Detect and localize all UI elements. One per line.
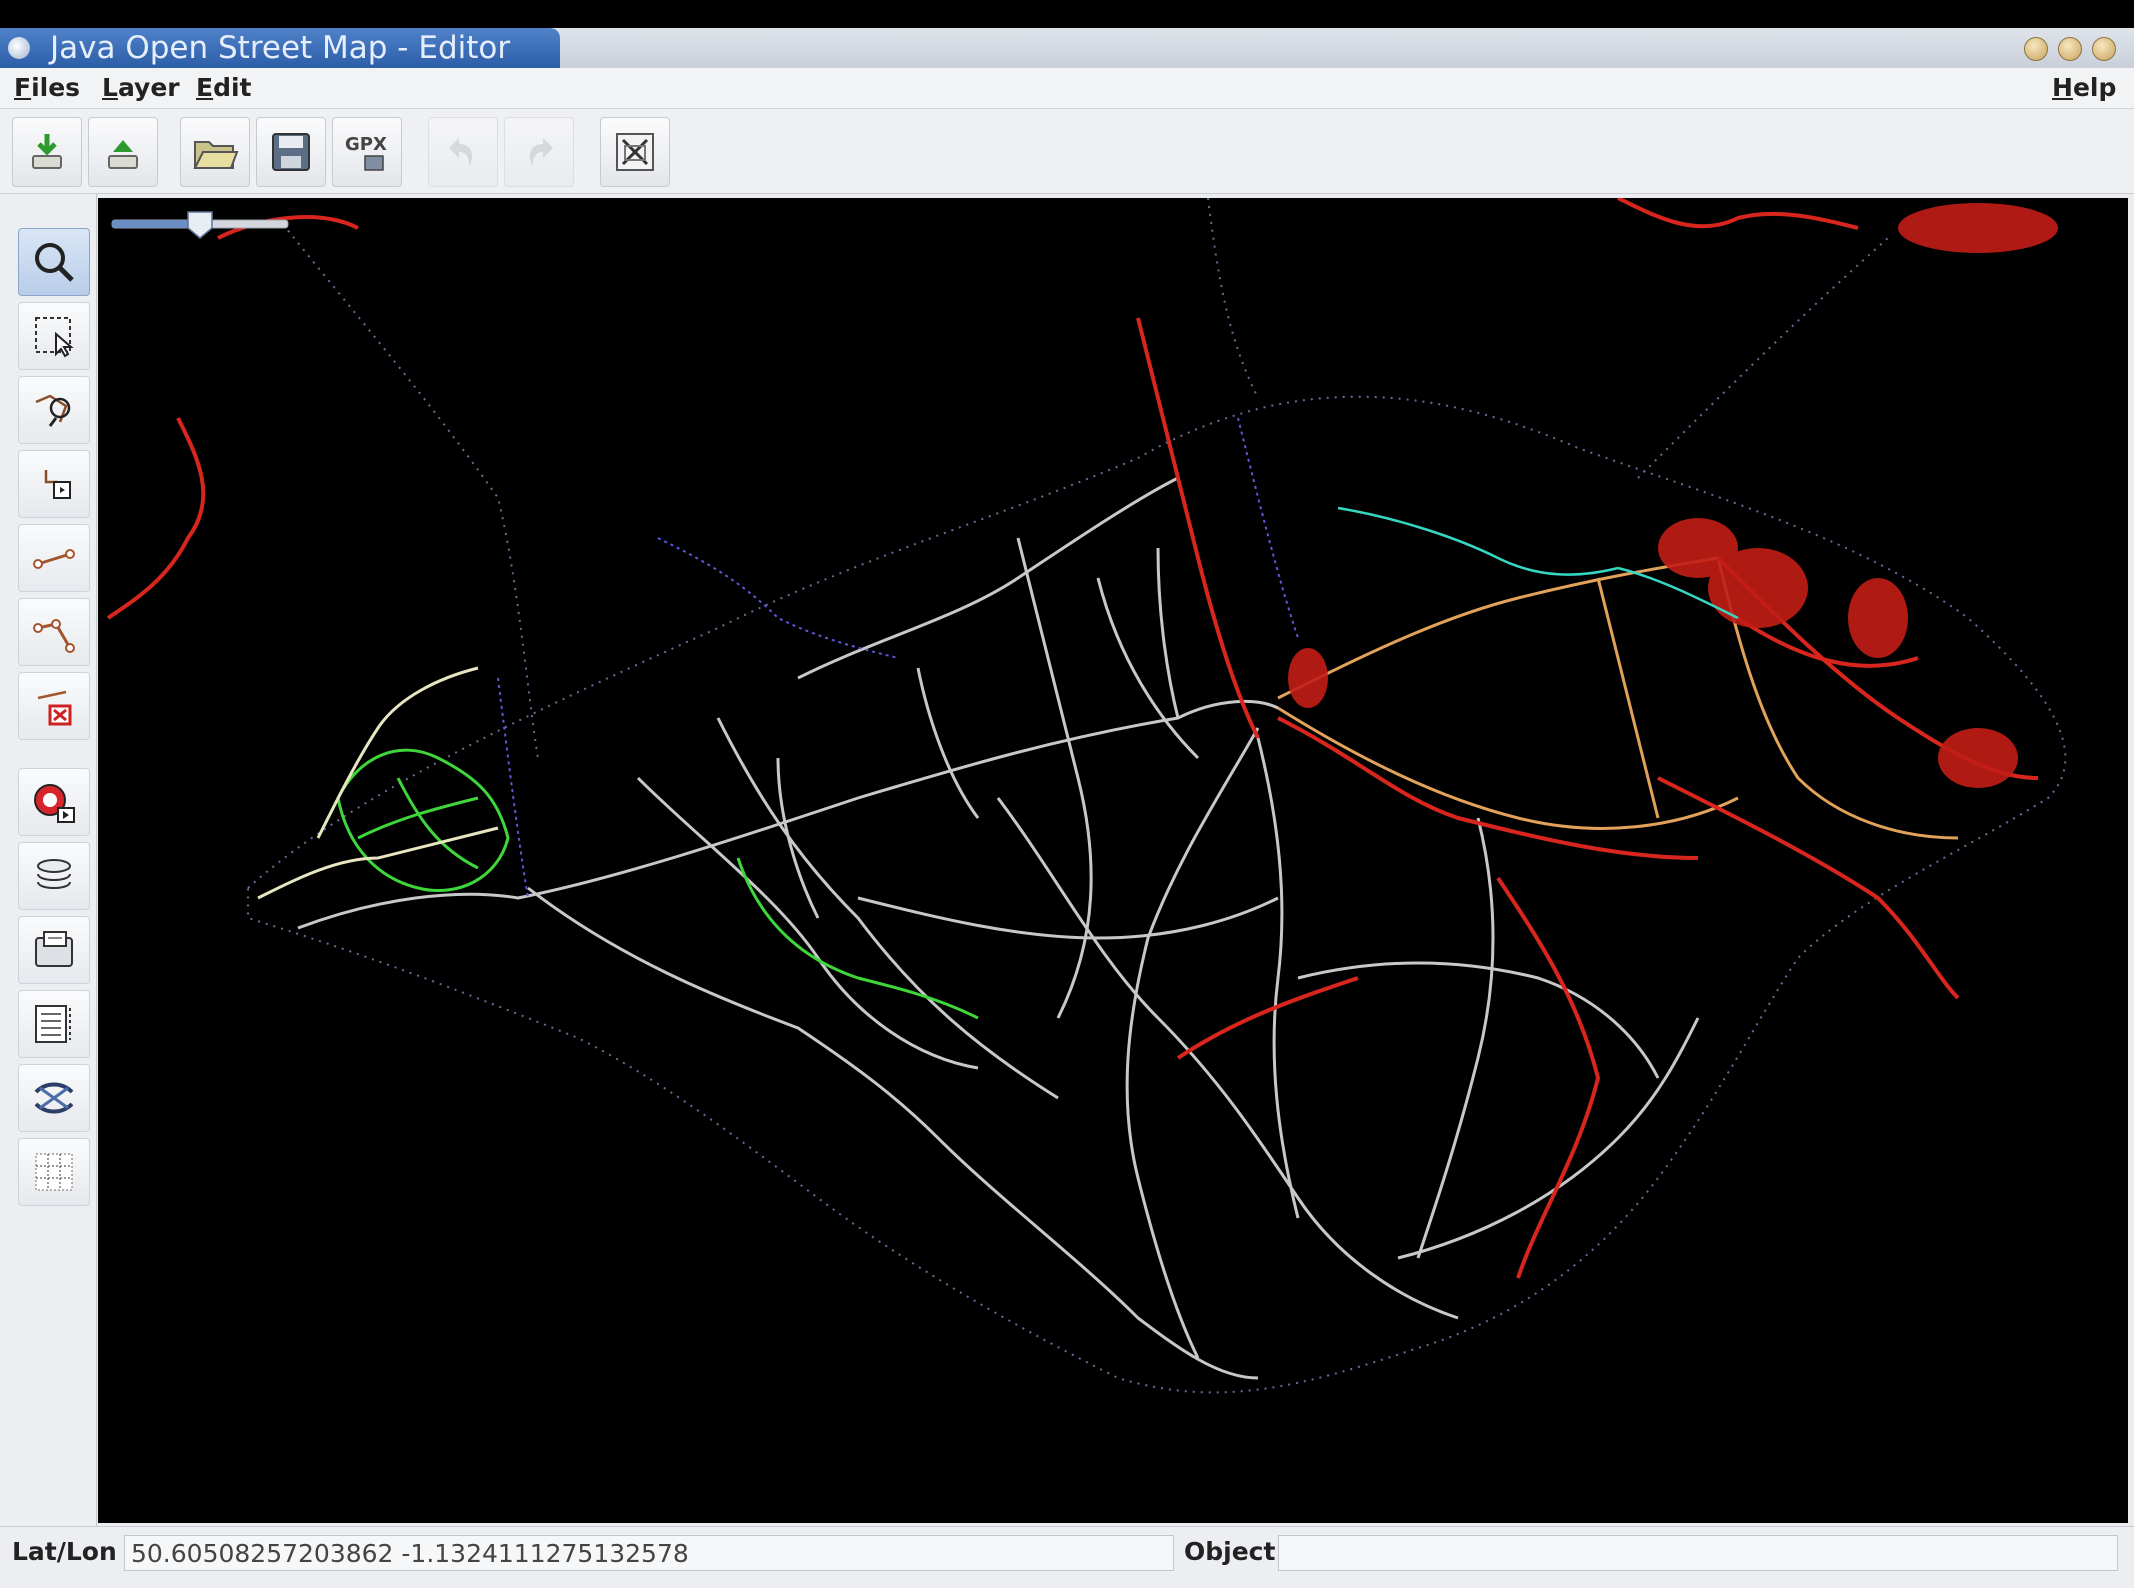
autoscale-tool-button[interactable] <box>18 768 90 836</box>
toolbar: GPX <box>0 109 2134 194</box>
select-tool-button[interactable] <box>18 302 90 370</box>
save-icon <box>272 133 310 171</box>
autoscale-icon <box>34 784 75 823</box>
layers-icon <box>37 859 71 889</box>
list-tool-button[interactable] <box>18 990 90 1058</box>
menu-bar: Files Layer Edit Help <box>0 68 2134 109</box>
properties-icon <box>35 931 73 967</box>
map-canvas[interactable] <box>98 198 2128 1523</box>
conflicts-tool-button[interactable] <box>18 1064 90 1132</box>
map-view[interactable] <box>98 198 2128 1523</box>
object-field <box>1278 1535 2118 1571</box>
delete-tool-button[interactable] <box>18 672 90 740</box>
download-button[interactable] <box>12 117 82 187</box>
conflict-icon <box>34 1082 74 1114</box>
window-menu-icon[interactable] <box>8 37 30 59</box>
undo-icon <box>449 138 473 166</box>
move-tool-button[interactable] <box>18 376 90 444</box>
properties-tool-button[interactable] <box>18 916 90 984</box>
object-label: Object <box>1184 1537 1276 1566</box>
tool-sidebar <box>0 194 97 1526</box>
maximize-icon[interactable] <box>2058 37 2082 61</box>
zoom-slider-thumb[interactable] <box>187 211 213 239</box>
grid-icon <box>35 1153 73 1191</box>
layers-tool-button[interactable] <box>18 842 90 910</box>
upload-button[interactable] <box>88 117 158 187</box>
urban-area-red <box>1288 203 2058 788</box>
magnifier-icon <box>35 243 74 282</box>
menu-files[interactable]: Files <box>14 68 80 108</box>
download-icon <box>32 134 62 169</box>
list-icon <box>35 1005 71 1043</box>
minor-roads <box>297 476 1700 1380</box>
status-bar: Lat/Lon 50.60508257203862 -1.13241112751… <box>0 1526 2134 1588</box>
cream-paths <box>257 666 499 900</box>
title-bar[interactable]: Java Open Street Map - Editor <box>0 28 2134 68</box>
exit-button[interactable] <box>600 117 670 187</box>
exit-icon <box>616 133 654 171</box>
menu-help[interactable]: Help <box>2052 68 2116 108</box>
menu-edit[interactable]: Edit <box>196 68 252 108</box>
add-way-icon <box>33 619 75 653</box>
save-button[interactable] <box>256 117 326 187</box>
app-window: Java Open Street Map - Editor Files Laye… <box>0 28 2134 1588</box>
minimize-icon[interactable] <box>2024 37 2048 61</box>
delete-icon <box>37 690 72 726</box>
menu-layer[interactable]: Layer <box>102 68 180 108</box>
latlon-field: 50.60508257203862 -1.1324111275132578 <box>124 1535 1174 1571</box>
gpx-label: GPX <box>345 134 387 155</box>
upload-icon <box>108 140 138 169</box>
zoom-slider[interactable] <box>111 211 289 239</box>
grid-tool-button[interactable] <box>18 1138 90 1206</box>
window-title: Java Open Street Map - Editor <box>50 30 511 66</box>
close-icon[interactable] <box>2092 37 2116 61</box>
redo-button[interactable] <box>504 117 574 187</box>
zoom-tool-button[interactable] <box>18 228 90 296</box>
coastline-dotted <box>247 198 2067 1394</box>
add-node-tool-button[interactable] <box>18 450 90 518</box>
folder-open-icon <box>193 141 239 169</box>
undo-button[interactable] <box>428 117 498 187</box>
select-icon <box>35 317 74 358</box>
add-node-icon <box>44 470 71 499</box>
open-file-button[interactable] <box>180 117 250 187</box>
latlon-label: Lat/Lon <box>12 1537 117 1566</box>
gpx-export-button[interactable]: GPX <box>332 117 402 187</box>
add-line-icon <box>33 549 75 569</box>
gpx-icon: GPX <box>345 134 387 171</box>
move-icon <box>35 394 71 427</box>
redo-icon <box>529 138 553 166</box>
tracks-blue <box>497 417 1299 899</box>
add-line-tool-button[interactable] <box>18 524 90 592</box>
add-way-tool-button[interactable] <box>18 598 90 666</box>
